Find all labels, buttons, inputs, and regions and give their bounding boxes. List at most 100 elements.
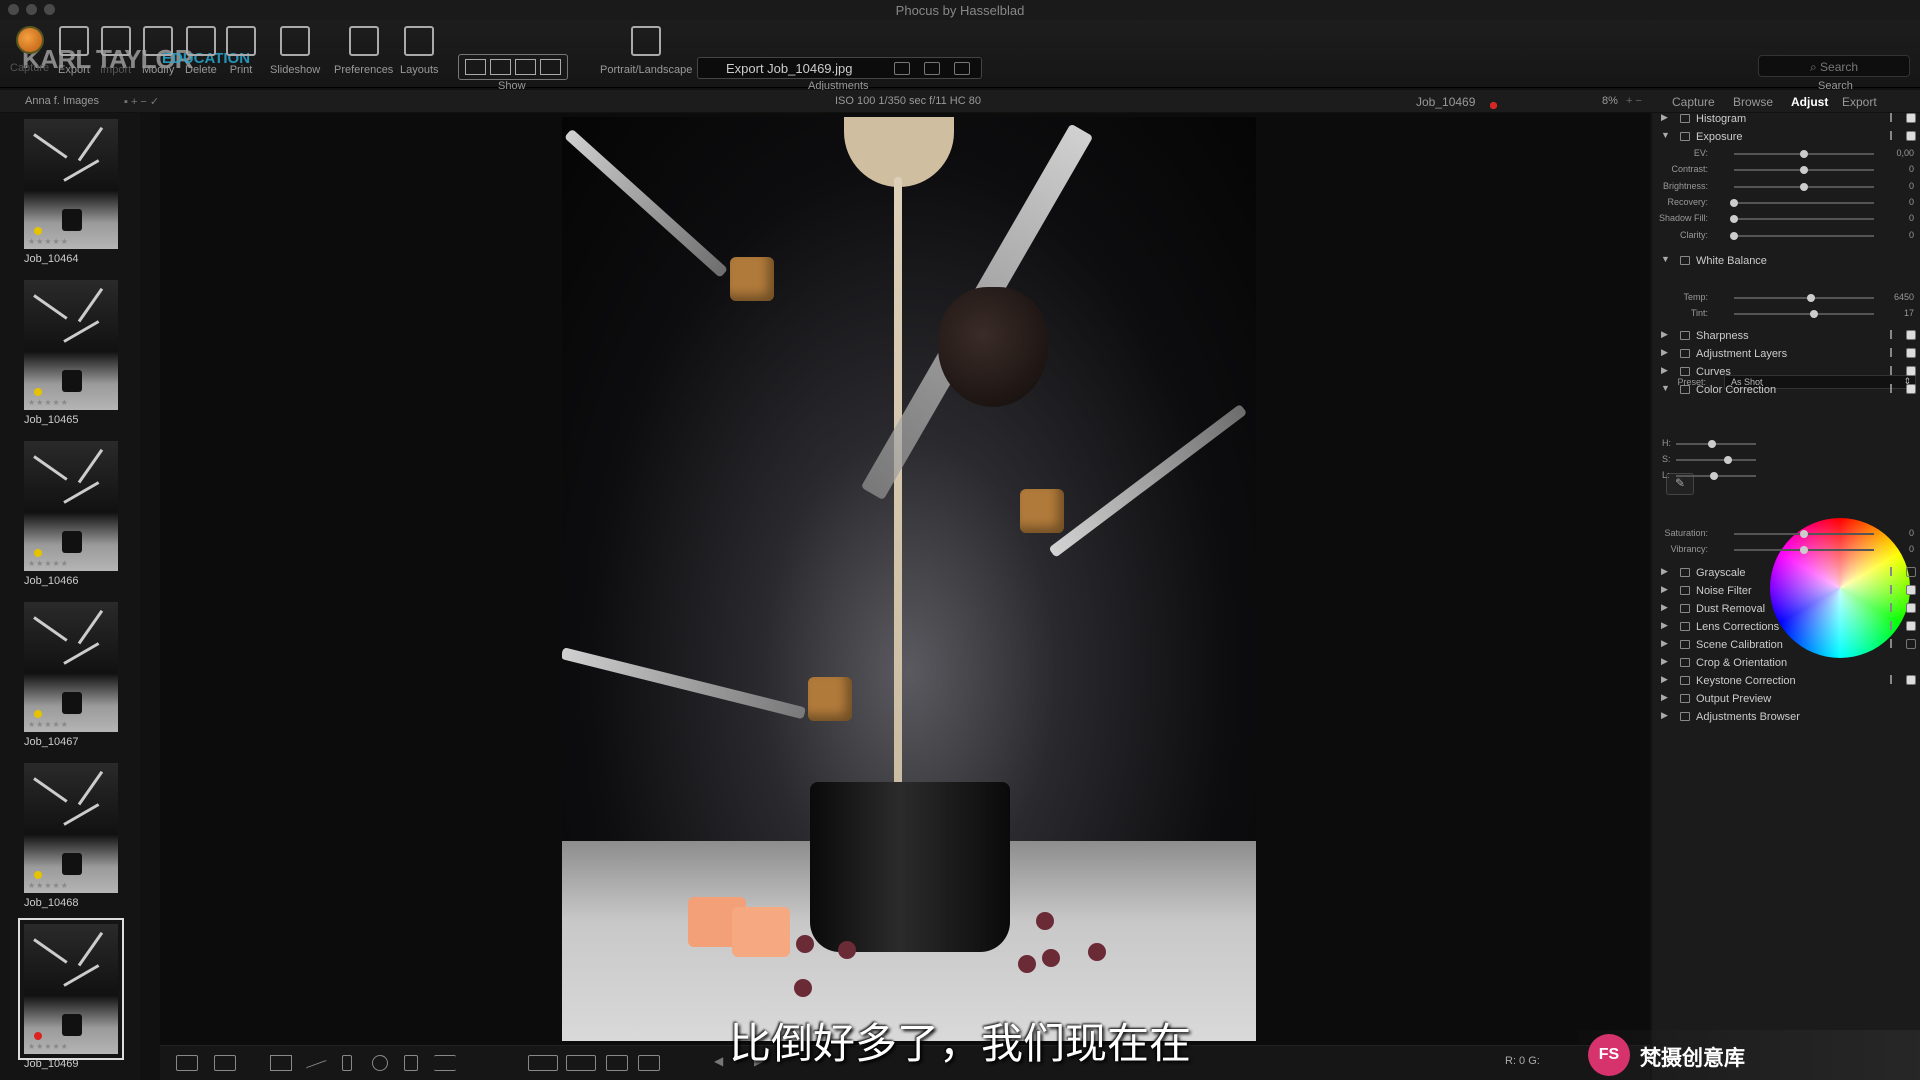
section-options-icon[interactable]: [1890, 639, 1898, 648]
panel-section[interactable]: ▶ Lens Corrections: [1652, 618, 1920, 636]
section-options-icon[interactable]: [1890, 585, 1898, 594]
slider-value[interactable]: 0: [1909, 181, 1914, 191]
section-enable-checkbox[interactable]: [1906, 621, 1916, 631]
section-options-icon[interactable]: [1890, 348, 1898, 357]
slider-knob[interactable]: [1730, 231, 1738, 240]
image-viewer[interactable]: [160, 113, 1650, 1045]
panel-section[interactable]: ▼ Exposure: [1652, 128, 1920, 146]
slider-knob[interactable]: [1800, 546, 1808, 554]
slider-track[interactable]: [1734, 150, 1874, 158]
disclosure-closed-icon[interactable]: ▶: [1661, 584, 1668, 595]
section-enable-checkbox[interactable]: [1906, 639, 1916, 649]
layout-option-icon[interactable]: [490, 59, 511, 75]
refresh-icon[interactable]: [894, 62, 910, 75]
slideshow-button[interactable]: Slideshow: [270, 26, 320, 76]
slider-value[interactable]: 17: [1904, 308, 1914, 318]
section-options-icon[interactable]: [1890, 113, 1898, 122]
layout-option-icon[interactable]: [540, 59, 561, 75]
adjustment-slider[interactable]: Brightness: 0: [1652, 179, 1920, 195]
hsl-slider[interactable]: L:: [1652, 468, 1762, 484]
export-button[interactable]: Export: [58, 26, 90, 76]
slider-track[interactable]: [1734, 546, 1874, 554]
disclosure-closed-icon[interactable]: ▶: [1661, 620, 1668, 631]
section-enable-checkbox[interactable]: [1906, 330, 1916, 340]
rating-stars-icon[interactable]: ★★★★★: [28, 559, 69, 568]
section-options-icon[interactable]: [1890, 567, 1898, 576]
disclosure-closed-icon[interactable]: ▶: [1661, 656, 1668, 667]
filmstrip-thumbnail[interactable]: ★★★★★ Job_10464: [24, 119, 118, 265]
layout-option-icon[interactable]: [515, 59, 536, 75]
hsl-slider[interactable]: S:: [1652, 452, 1762, 468]
slider-track[interactable]: [1730, 231, 1874, 240]
slider-track[interactable]: [1734, 530, 1874, 538]
disclosure-closed-icon[interactable]: ▶: [1661, 602, 1668, 613]
import-button[interactable]: Import: [100, 26, 131, 76]
section-options-icon[interactable]: [1890, 384, 1898, 393]
slider-track[interactable]: [1730, 198, 1874, 207]
zoom-controls-icon[interactable]: + −: [1626, 95, 1642, 107]
section-enable-checkbox[interactable]: [1906, 384, 1916, 394]
layout-option-icon[interactable]: [465, 59, 486, 75]
slider-track[interactable]: [1734, 182, 1874, 191]
rating-stars-icon[interactable]: ★★★★★: [28, 237, 69, 246]
panel-section[interactable]: ▶ Output Preview: [1652, 690, 1920, 708]
panel-section[interactable]: ▶ Scene Calibration: [1652, 636, 1920, 654]
slider-track[interactable]: [1730, 215, 1874, 224]
adjustment-slider[interactable]: Recovery: 0: [1652, 195, 1920, 211]
panel-section[interactable]: ▶ Keystone Correction: [1652, 672, 1920, 690]
panel-section[interactable]: ▼ Color Correction: [1652, 381, 1920, 399]
disclosure-closed-icon[interactable]: ▶: [1661, 365, 1668, 376]
delete-button[interactable]: Delete: [185, 26, 217, 76]
tab-export[interactable]: Export: [1842, 95, 1877, 109]
section-options-icon[interactable]: [1890, 603, 1898, 612]
capture-button[interactable]: Capture: [10, 26, 49, 74]
hsl-slider[interactable]: H:: [1652, 436, 1762, 452]
photo-preview[interactable]: [562, 117, 1256, 1041]
panel-section[interactable]: ▼ White Balance: [1652, 252, 1920, 270]
adjustment-slider[interactable]: Shadow Fill: 0: [1652, 211, 1920, 227]
slider-knob[interactable]: [1710, 472, 1719, 480]
adjustment-slider[interactable]: Contrast: 0: [1652, 162, 1920, 178]
disclosure-closed-icon[interactable]: ▶: [1661, 329, 1668, 340]
slider-value[interactable]: 0: [1909, 230, 1914, 240]
search-input[interactable]: ⌕ Search: [1758, 55, 1910, 77]
adjustment-slider[interactable]: Saturation: 0: [1652, 526, 1920, 542]
slider-track[interactable]: [1676, 472, 1756, 480]
tab-capture[interactable]: Capture: [1672, 95, 1715, 109]
slider-track[interactable]: [1734, 166, 1874, 175]
rating-stars-icon[interactable]: ★★★★★: [28, 398, 69, 407]
section-options-icon[interactable]: [1890, 675, 1898, 684]
modify-button[interactable]: Modify: [142, 26, 174, 76]
slider-value[interactable]: 0: [1909, 164, 1914, 174]
adjustment-slider[interactable]: Tint: 17: [1652, 306, 1920, 322]
folder-controls-icon[interactable]: ▪ + − ✓: [124, 95, 159, 108]
adjustment-slider[interactable]: Temp: 6450: [1652, 290, 1920, 306]
adjustment-slider[interactable]: EV: 0,00: [1652, 146, 1920, 162]
disclosure-closed-icon[interactable]: ▶: [1661, 710, 1668, 721]
slider-value[interactable]: 0: [1909, 213, 1914, 223]
camera-icon[interactable]: [954, 62, 970, 75]
rating-stars-icon[interactable]: ★★★★★: [28, 720, 69, 729]
compare-icon[interactable]: [924, 62, 940, 75]
filmstrip-thumbnail[interactable]: ★★★★★ Job_10468: [24, 763, 118, 909]
rating-stars-icon[interactable]: ★★★★★: [28, 881, 69, 890]
disclosure-closed-icon[interactable]: ▶: [1661, 566, 1668, 577]
slider-knob[interactable]: [1708, 440, 1716, 448]
disclosure-closed-icon[interactable]: ▶: [1661, 674, 1668, 685]
panel-section[interactable]: ▶ Grayscale: [1652, 564, 1920, 582]
section-options-icon[interactable]: [1890, 131, 1898, 140]
export-filename-field[interactable]: Export Job_10469.jpg: [697, 57, 982, 79]
disclosure-closed-icon[interactable]: ▶: [1661, 692, 1668, 703]
slider-value[interactable]: 0,00: [1896, 148, 1914, 158]
panel-section[interactable]: ▶ Adjustment Layers: [1652, 345, 1920, 363]
portrait-landscape-button[interactable]: Portrait/Landscape: [600, 26, 692, 76]
slider-knob[interactable]: [1800, 150, 1808, 158]
disclosure-closed-icon[interactable]: ▶: [1661, 347, 1668, 358]
section-enable-checkbox[interactable]: [1906, 585, 1916, 595]
panel-section[interactable]: ▶ Histogram: [1652, 110, 1920, 128]
slider-track[interactable]: [1734, 294, 1874, 302]
section-enable-checkbox[interactable]: [1906, 603, 1916, 613]
slider-value[interactable]: 0: [1909, 528, 1914, 538]
slider-value[interactable]: 0: [1909, 197, 1914, 207]
show-layout-toggle[interactable]: [458, 54, 568, 80]
